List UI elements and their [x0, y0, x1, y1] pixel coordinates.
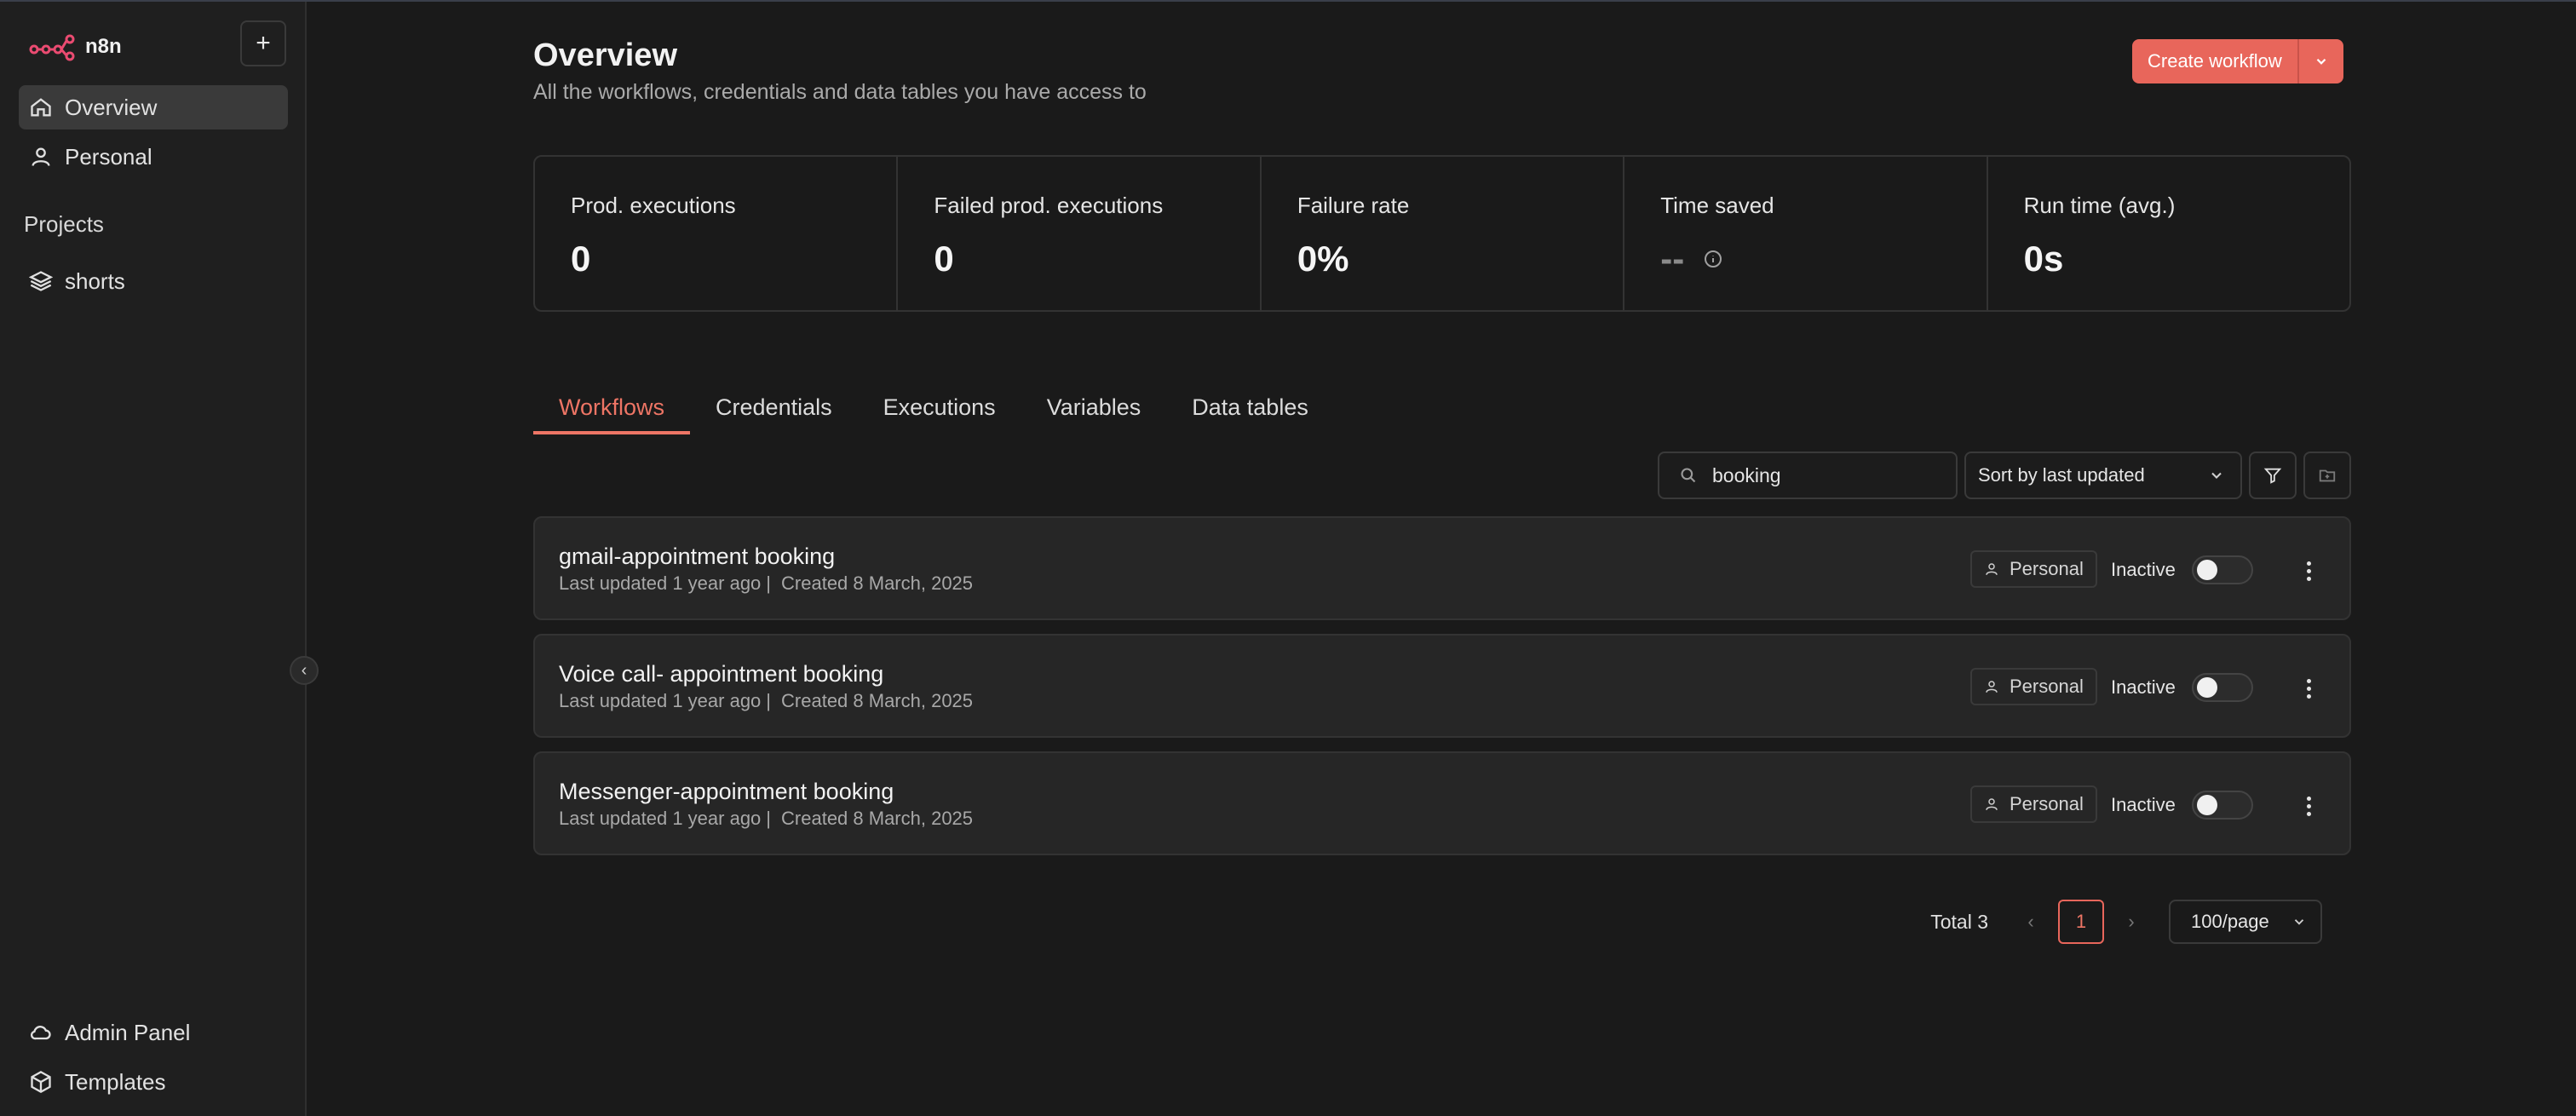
chevron-down-icon [2211, 472, 2222, 479]
filter-button[interactable] [2249, 452, 2297, 499]
workflow-meta: Last updated 1 year ago | Created 8 March,… [559, 572, 974, 594]
search-icon [1681, 468, 1696, 483]
active-toggle[interactable] [2192, 791, 2253, 820]
stat-failed-prod-executions[interactable]: Failed prod. executions 0 [898, 157, 1262, 310]
n8n-logo-icon [29, 34, 75, 61]
workflow-row[interactable]: Messenger-appointment booking Last updat… [533, 751, 2351, 855]
new-folder-button[interactable] [2303, 452, 2351, 499]
workflow-row[interactable]: gmail-appointment booking Last updated 1… [533, 516, 2351, 620]
active-toggle[interactable] [2192, 673, 2253, 702]
stat-run-time-avg[interactable]: Run time (avg.) 0s [1988, 157, 2349, 310]
page-number[interactable]: 1 [2058, 900, 2104, 944]
projects-heading: Projects [24, 211, 104, 237]
owner-badge: Personal [1970, 550, 2097, 588]
chevron-down-icon [2316, 58, 2326, 65]
sort-value: Sort by last updated [1978, 464, 2145, 486]
stat-label: Run time (avg.) [2023, 193, 2176, 218]
stat-prod-executions[interactable]: Prod. executions 0 [535, 157, 899, 310]
more-options-icon[interactable] [2298, 671, 2319, 705]
resource-tabs: Workflows Credentials Executions Variabl… [533, 390, 1334, 434]
layers-icon [29, 271, 53, 291]
search-input[interactable]: booking [1658, 452, 1958, 499]
chevron-down-icon [2294, 919, 2304, 925]
workflow-list: gmail-appointment booking Last updated 1… [533, 516, 2351, 869]
sidebar-item-overview[interactable]: Overview [19, 85, 288, 129]
prev-page-icon[interactable]: ‹ [2014, 911, 2048, 933]
stat-label: Failure rate [1297, 193, 1410, 218]
tab-variables[interactable]: Variables [1021, 390, 1167, 434]
user-icon [1986, 563, 1998, 575]
add-button[interactable]: + [240, 20, 286, 66]
plus-icon: + [256, 29, 271, 57]
workflow-name[interactable]: Voice call- appointment booking [559, 661, 883, 687]
search-value[interactable]: booking [1712, 464, 1781, 487]
sidebar-item-personal[interactable]: Personal [19, 135, 288, 179]
app-name: n8n [85, 35, 122, 58]
folder-plus-icon [2319, 469, 2336, 482]
page-subtitle: All the workflows, credentials and data … [533, 80, 1147, 104]
collapse-sidebar-button[interactable]: ‹ [290, 656, 319, 685]
user-icon [1986, 798, 1998, 810]
tab-executions[interactable]: Executions [858, 390, 1021, 434]
sidebar-item-label: Admin Panel [65, 1019, 191, 1045]
stat-time-saved[interactable]: Time saved -- [1624, 157, 1988, 310]
workflow-meta: Last updated 1 year ago | Created 8 March,… [559, 808, 974, 829]
sort-select[interactable]: Sort by last updated [1964, 452, 2242, 499]
user-icon [32, 147, 50, 166]
sidebar-item-label: Overview [65, 94, 158, 120]
tab-credentials[interactable]: Credentials [690, 390, 858, 434]
status-label: Inactive [2111, 559, 2176, 580]
workflow-name[interactable]: Messenger-appointment booking [559, 779, 894, 805]
sidebar-item-admin-panel[interactable]: Admin Panel [19, 1010, 288, 1055]
stat-value: 0% [1297, 239, 1349, 279]
total-count: Total 3 [1930, 910, 1988, 933]
status-label: Inactive [2111, 794, 2176, 815]
insights-summary: Prod. executions 0 Failed prod. executio… [533, 155, 2351, 312]
page-size-select[interactable]: 100/page [2169, 900, 2322, 944]
next-page-icon[interactable]: › [2114, 911, 2148, 933]
sidebar-item-label: shorts [65, 267, 125, 294]
create-workflow-label[interactable]: Create workflow [2132, 39, 2297, 83]
stat-value: 0 [571, 239, 591, 279]
more-options-icon[interactable] [2298, 789, 2319, 823]
stat-label: Time saved [1660, 193, 1774, 218]
more-options-icon[interactable] [2298, 554, 2319, 588]
info-icon[interactable] [1703, 249, 1723, 269]
sidebar-item-label: Personal [65, 143, 152, 170]
home-icon [31, 98, 51, 117]
list-toolbar: booking Sort by last updated [1658, 452, 2351, 499]
sidebar-item-project-shorts[interactable]: shorts [19, 259, 288, 303]
app-logo[interactable]: n8n [29, 32, 122, 61]
pagination: Total 3 ‹ 1 › 100/page [1930, 900, 2322, 944]
workflow-row[interactable]: Voice call- appointment booking Last upd… [533, 634, 2351, 738]
filter-icon [2263, 468, 2282, 484]
stat-value: 0s [2023, 239, 2064, 279]
page-title: Overview [533, 37, 677, 73]
stat-label: Failed prod. executions [934, 193, 1164, 218]
cloud-icon [31, 1026, 51, 1040]
tab-workflows[interactable]: Workflows [533, 390, 691, 434]
sidebar-item-templates[interactable]: Templates [19, 1060, 288, 1104]
chevron-left-icon: ‹ [301, 660, 308, 680]
box-icon [31, 1070, 51, 1094]
stat-value: 0 [934, 239, 954, 279]
active-toggle[interactable] [2192, 555, 2253, 584]
app-window: n8n + Overview Personal Projects shorts … [0, 0, 2576, 1116]
stat-failure-rate[interactable]: Failure rate 0% [1262, 157, 1625, 310]
stat-value: -- [1660, 239, 1723, 279]
workflow-meta: Last updated 1 year ago | Created 8 March,… [559, 690, 974, 711]
create-workflow-button[interactable]: Create workflow [2132, 39, 2343, 83]
create-menu-toggle[interactable] [2297, 39, 2343, 83]
owner-badge: Personal [1970, 785, 2097, 823]
tab-data-tables[interactable]: Data tables [1166, 390, 1334, 434]
stat-label: Prod. executions [571, 193, 736, 218]
sidebar-item-label: Templates [65, 1068, 166, 1095]
workflow-name[interactable]: gmail-appointment booking [559, 544, 835, 570]
owner-badge: Personal [1970, 668, 2097, 705]
user-icon [1986, 681, 1998, 693]
status-label: Inactive [2111, 676, 2176, 698]
sidebar: n8n + Overview Personal Projects shorts … [0, 2, 319, 1116]
